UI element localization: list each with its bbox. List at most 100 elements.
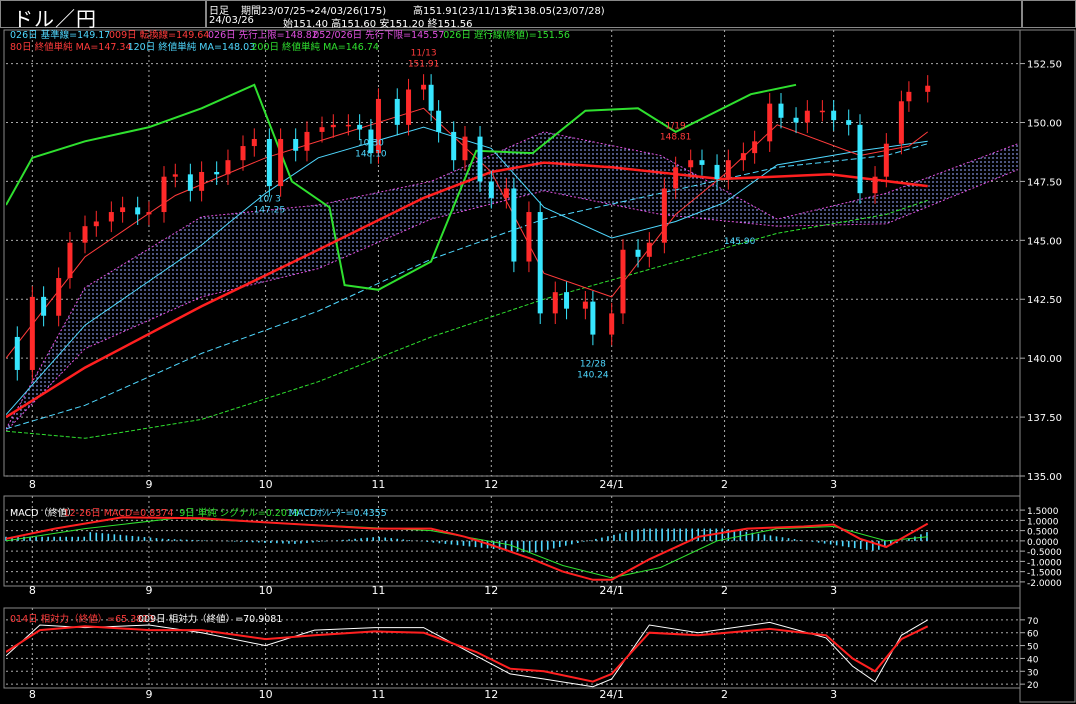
x-tick-label: 11 xyxy=(371,584,385,597)
annotation-value: 145.90 xyxy=(724,237,756,247)
annotation-date: 12/28 xyxy=(580,360,606,370)
candle-body xyxy=(304,131,310,151)
y-tick-label: 50 xyxy=(1027,643,1039,653)
candle-body xyxy=(646,242,652,257)
candle-body xyxy=(451,131,457,161)
x-tick-label: 2 xyxy=(721,584,728,597)
legend-entry: 052/026日 先行下限=145.57 xyxy=(313,29,444,41)
candle-body xyxy=(673,167,679,189)
x-tick-label: 3 xyxy=(830,584,837,597)
y-tick-label: -2.0000 xyxy=(1027,579,1062,589)
candle-body xyxy=(925,85,931,92)
candle-body xyxy=(120,207,126,213)
candle-body xyxy=(421,84,427,90)
candle-body xyxy=(278,138,284,187)
axis-frame xyxy=(1019,29,1076,703)
legend-entry: MACDｵｼﾚｰﾀｰ=0.4355 xyxy=(289,508,387,519)
candle-body xyxy=(582,301,588,309)
y-tick-label: 0.5000 xyxy=(1027,528,1059,538)
legend-entry: 026日 先行上限=148.82 xyxy=(208,29,318,41)
candle-body xyxy=(394,98,400,125)
x-tick-label: 12 xyxy=(484,688,498,701)
annotation-value: 151.91 xyxy=(408,59,440,69)
candle-body xyxy=(357,124,363,130)
x-tick-label: 24/1 xyxy=(599,688,624,701)
candle-body xyxy=(462,136,468,161)
candle-body xyxy=(819,110,825,113)
candle-body xyxy=(503,188,509,198)
candle-body xyxy=(740,153,746,161)
annotation-value: 148.81 xyxy=(660,133,692,143)
chart-canvas: 135.00 137.50 140.00 142.50 145.00 147.50 150.… xyxy=(3,29,1076,703)
annotation-value: 140.24 xyxy=(577,371,609,381)
x-tick-label: 2 xyxy=(721,478,728,491)
candle-body xyxy=(345,124,351,127)
candle-body xyxy=(135,207,141,215)
candles xyxy=(14,74,931,381)
candle-body xyxy=(82,226,88,243)
candle-body xyxy=(767,103,773,142)
legend-entry: 120日 終値単純 MA=148.03 xyxy=(128,41,256,53)
legend-entry: 009日 転換線=149.64 xyxy=(109,29,209,41)
y-tick-label: 135.00 xyxy=(1027,472,1062,483)
candle-body xyxy=(436,110,442,132)
legend-entry: 9日 単純 シグナル=0.2019 xyxy=(179,507,299,519)
candle-body xyxy=(240,146,246,161)
legend-entry: 009日 相対力（終値）=70.9081 xyxy=(138,613,282,625)
x-tick-label: 2 xyxy=(721,688,728,701)
x-tick-label: 3 xyxy=(830,478,837,491)
candle-body xyxy=(29,296,35,370)
x-tick-label: 10 xyxy=(259,478,273,491)
annotation-date: 11/13 xyxy=(411,48,437,58)
candle-body xyxy=(172,174,178,177)
cloud-fill xyxy=(6,131,1018,432)
y-tick-label: 147.50 xyxy=(1027,177,1062,188)
y-tick-label: -1.5000 xyxy=(1027,569,1062,579)
x-tick-label: 9 xyxy=(145,584,152,597)
x-tick-label: 8 xyxy=(29,584,36,597)
candle-body xyxy=(330,124,336,128)
candle-body xyxy=(635,249,641,257)
x-tick-label: 11 xyxy=(371,688,385,701)
y-tick-label: 137.50 xyxy=(1027,413,1062,424)
annotation-value: 148.10 xyxy=(355,149,387,159)
ichimoku-cloud xyxy=(6,131,1018,432)
y-tick-label: 140.00 xyxy=(1027,354,1062,365)
y-tick-label: 145.00 xyxy=(1027,236,1062,247)
candle-body xyxy=(620,249,626,314)
y-tick-label: 20 xyxy=(1027,681,1039,691)
x-tick-label: 10 xyxy=(259,584,273,597)
candle-body xyxy=(804,110,810,123)
candle-body xyxy=(488,181,494,198)
legend-entry: 12-26日 MACD=0.8374 xyxy=(64,508,174,519)
candle-body xyxy=(537,212,543,314)
candle-body xyxy=(56,278,62,316)
candle-body xyxy=(793,117,799,123)
x-tick-label: 10 xyxy=(259,688,273,701)
y-tick-label: 152.50 xyxy=(1027,60,1062,71)
candle-body xyxy=(161,176,167,213)
y-tick-label: 150.00 xyxy=(1027,118,1062,129)
grid-lines xyxy=(6,30,1025,688)
y-tick-label: 1.0000 xyxy=(1027,517,1059,527)
candle-body xyxy=(661,188,667,243)
candle-body xyxy=(187,174,193,191)
candle-body xyxy=(590,301,596,335)
candle-body xyxy=(778,103,784,118)
x-tick-label: 11 xyxy=(371,478,385,491)
candle-body xyxy=(898,101,904,144)
x-tick-label: 8 xyxy=(29,478,36,491)
x-tick-label: 9 xyxy=(145,478,152,491)
candle-body xyxy=(526,212,532,262)
y-tick-label: 30 xyxy=(1027,668,1039,678)
y-tick-label: 40 xyxy=(1027,655,1039,665)
candle-body xyxy=(609,313,615,335)
x-tick-label: 12 xyxy=(484,478,498,491)
legend-entry: 026日 基準線=149.17 xyxy=(10,29,110,41)
candle-body xyxy=(846,120,852,125)
annotation-value: 147.25 xyxy=(254,205,286,215)
candle-body xyxy=(146,212,152,215)
annotation-date: 10/ 3 xyxy=(258,194,281,204)
candle-body xyxy=(831,110,837,121)
macd-line xyxy=(6,516,929,581)
